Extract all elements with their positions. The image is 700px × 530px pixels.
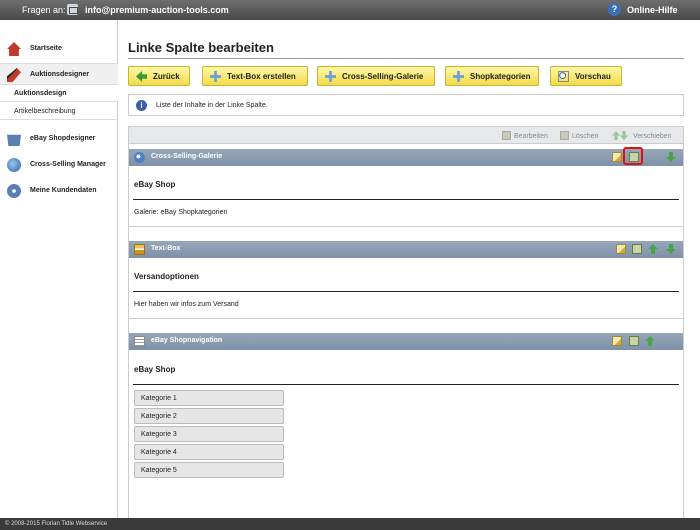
info-icon: i — [136, 100, 147, 111]
edit-action-label: Bearbeiten — [514, 133, 548, 140]
box-divider — [133, 199, 679, 200]
box-title: eBay Shop — [134, 365, 176, 374]
preview-button[interactable]: Vorschau — [550, 66, 622, 86]
cross-selling-gallery-label: Cross-Selling-Galerie — [342, 72, 424, 81]
category-item: Kategorie 1 — [134, 390, 284, 406]
move-action-label: Verschieben — [633, 133, 672, 140]
copyright-text: © 2008-2015 Florian Tidle Webservice — [5, 521, 108, 527]
delete-icon[interactable] — [632, 244, 642, 254]
help-icon[interactable]: ? — [608, 3, 621, 16]
sidebar-item-cross-selling[interactable]: Cross-Selling Manager — [0, 154, 118, 176]
back-button-label: Zurück — [153, 72, 180, 81]
sidebar-item-auktionsdesigner[interactable]: Auktionsdesigner — [0, 63, 118, 85]
box-title: Versandoptionen — [134, 272, 199, 281]
box-title: eBay Shop — [134, 180, 176, 189]
title-divider — [128, 58, 684, 59]
home-icon — [7, 42, 21, 56]
delete-icon — [560, 131, 569, 140]
delete-action-label: Löschen — [572, 133, 599, 140]
sidebar-item-kundendaten[interactable]: Meine Kundendaten — [0, 180, 118, 202]
move-down-icon[interactable] — [666, 244, 676, 254]
info-text: Liste der Inhalte in der Linke Spalte. — [156, 102, 268, 109]
footer: © 2008-2015 Florian Tidle Webservice — [0, 518, 700, 530]
box-header-title: eBay Shopnavigation — [151, 337, 223, 344]
move-up-icon[interactable] — [645, 336, 655, 346]
shop-icon — [7, 134, 21, 146]
shop-categories-button[interactable]: Shopkategorien — [445, 66, 539, 86]
page-title: Linke Spalte bearbeiten — [128, 40, 274, 55]
delete-action[interactable]: Löschen — [560, 131, 598, 140]
box-text: Hier haben wir infos zum Versand — [134, 301, 239, 308]
back-button[interactable]: Zurück — [128, 66, 190, 86]
sidebar-subitem-artikelbeschreibung[interactable]: Artikelbeschreibung — [0, 103, 118, 120]
globe-icon — [134, 152, 145, 163]
move-up-icon[interactable] — [648, 244, 658, 254]
ask-label: Fragen an: — [22, 5, 66, 15]
plus-icon — [325, 71, 336, 82]
box-text: Galerie: eBay Shopkategorien — [134, 209, 228, 216]
create-textbox-label: Text-Box erstellen — [227, 72, 296, 81]
sidebar-item-startseite[interactable]: Startseite — [0, 38, 118, 60]
sidebar-item-label: Meine Kundendaten — [30, 187, 97, 194]
mail-icon — [67, 4, 78, 15]
sidebar-item-label: Auktionsdesigner — [30, 71, 90, 78]
back-arrow-icon — [136, 71, 147, 82]
top-bar: Fragen an: info@premium-auction-tools.co… — [0, 0, 700, 20]
box-divider — [133, 291, 679, 292]
action-bar: Bearbeiten Löschen Verschieben — [129, 127, 683, 144]
sidebar-subitem-auktionsdesign[interactable]: Auktionsdesign — [0, 85, 118, 102]
edit-icon — [502, 131, 511, 140]
plus-icon — [210, 71, 221, 82]
cross-selling-icon — [7, 158, 21, 172]
move-action[interactable]: Verschieben — [612, 131, 672, 140]
plus-icon — [453, 71, 464, 82]
content-box-cross-selling: Cross-Selling-Galerie eBay Shop Galerie:… — [129, 147, 683, 227]
edit-icon[interactable] — [616, 244, 626, 254]
online-help-link[interactable]: Online-Hilfe — [627, 5, 678, 15]
cross-selling-gallery-button[interactable]: Cross-Selling-Galerie — [317, 66, 435, 86]
edit-icon[interactable] — [612, 336, 622, 346]
brush-icon — [7, 68, 21, 82]
textbox-icon — [134, 244, 145, 255]
box-divider — [133, 384, 679, 385]
sidebar-item-shopdesigner[interactable]: eBay Shopdesigner — [0, 128, 118, 150]
highlight-marker — [623, 147, 643, 165]
category-item: Kategorie 4 — [134, 444, 284, 460]
support-email-link[interactable]: info@premium-auction-tools.com — [85, 5, 229, 15]
edit-icon[interactable] — [612, 152, 622, 162]
box-header-title: Text-Box — [151, 245, 181, 252]
content-box-shopnavigation: eBay Shopnavigation eBay Shop Kategorie … — [129, 333, 683, 483]
move-arrows-icon — [612, 131, 630, 140]
info-box: i Liste der Inhalte in der Linke Spalte. — [128, 94, 684, 116]
box-header: eBay Shopnavigation — [129, 333, 683, 350]
move-down-icon[interactable] — [666, 152, 676, 162]
content-list-panel: Bearbeiten Löschen Verschieben Cross-Sel… — [128, 126, 684, 523]
shop-categories-label: Shopkategorien — [470, 72, 531, 81]
box-header: Text-Box — [129, 241, 683, 258]
delete-icon[interactable] — [629, 336, 639, 346]
sidebar-item-label: Startseite — [30, 45, 62, 52]
preview-button-label: Vorschau — [575, 72, 611, 81]
box-header: Cross-Selling-Galerie — [129, 147, 683, 166]
sidebar-item-label: Cross-Selling Manager — [30, 161, 106, 168]
gear-icon — [7, 184, 21, 198]
sidebar: Startseite Auktionsdesigner Auktionsdesi… — [0, 20, 118, 518]
page-icon — [134, 336, 145, 347]
create-textbox-button[interactable]: Text-Box erstellen — [202, 66, 308, 86]
preview-icon — [558, 71, 569, 82]
box-header-title: Cross-Selling-Galerie — [151, 153, 223, 160]
category-item: Kategorie 5 — [134, 462, 284, 478]
content-box-textbox: Text-Box Versandoptionen Hier haben wir … — [129, 241, 683, 319]
edit-action[interactable]: Bearbeiten — [502, 131, 548, 140]
category-item: Kategorie 2 — [134, 408, 284, 424]
sidebar-item-label: eBay Shopdesigner — [30, 135, 96, 142]
category-item: Kategorie 3 — [134, 426, 284, 442]
